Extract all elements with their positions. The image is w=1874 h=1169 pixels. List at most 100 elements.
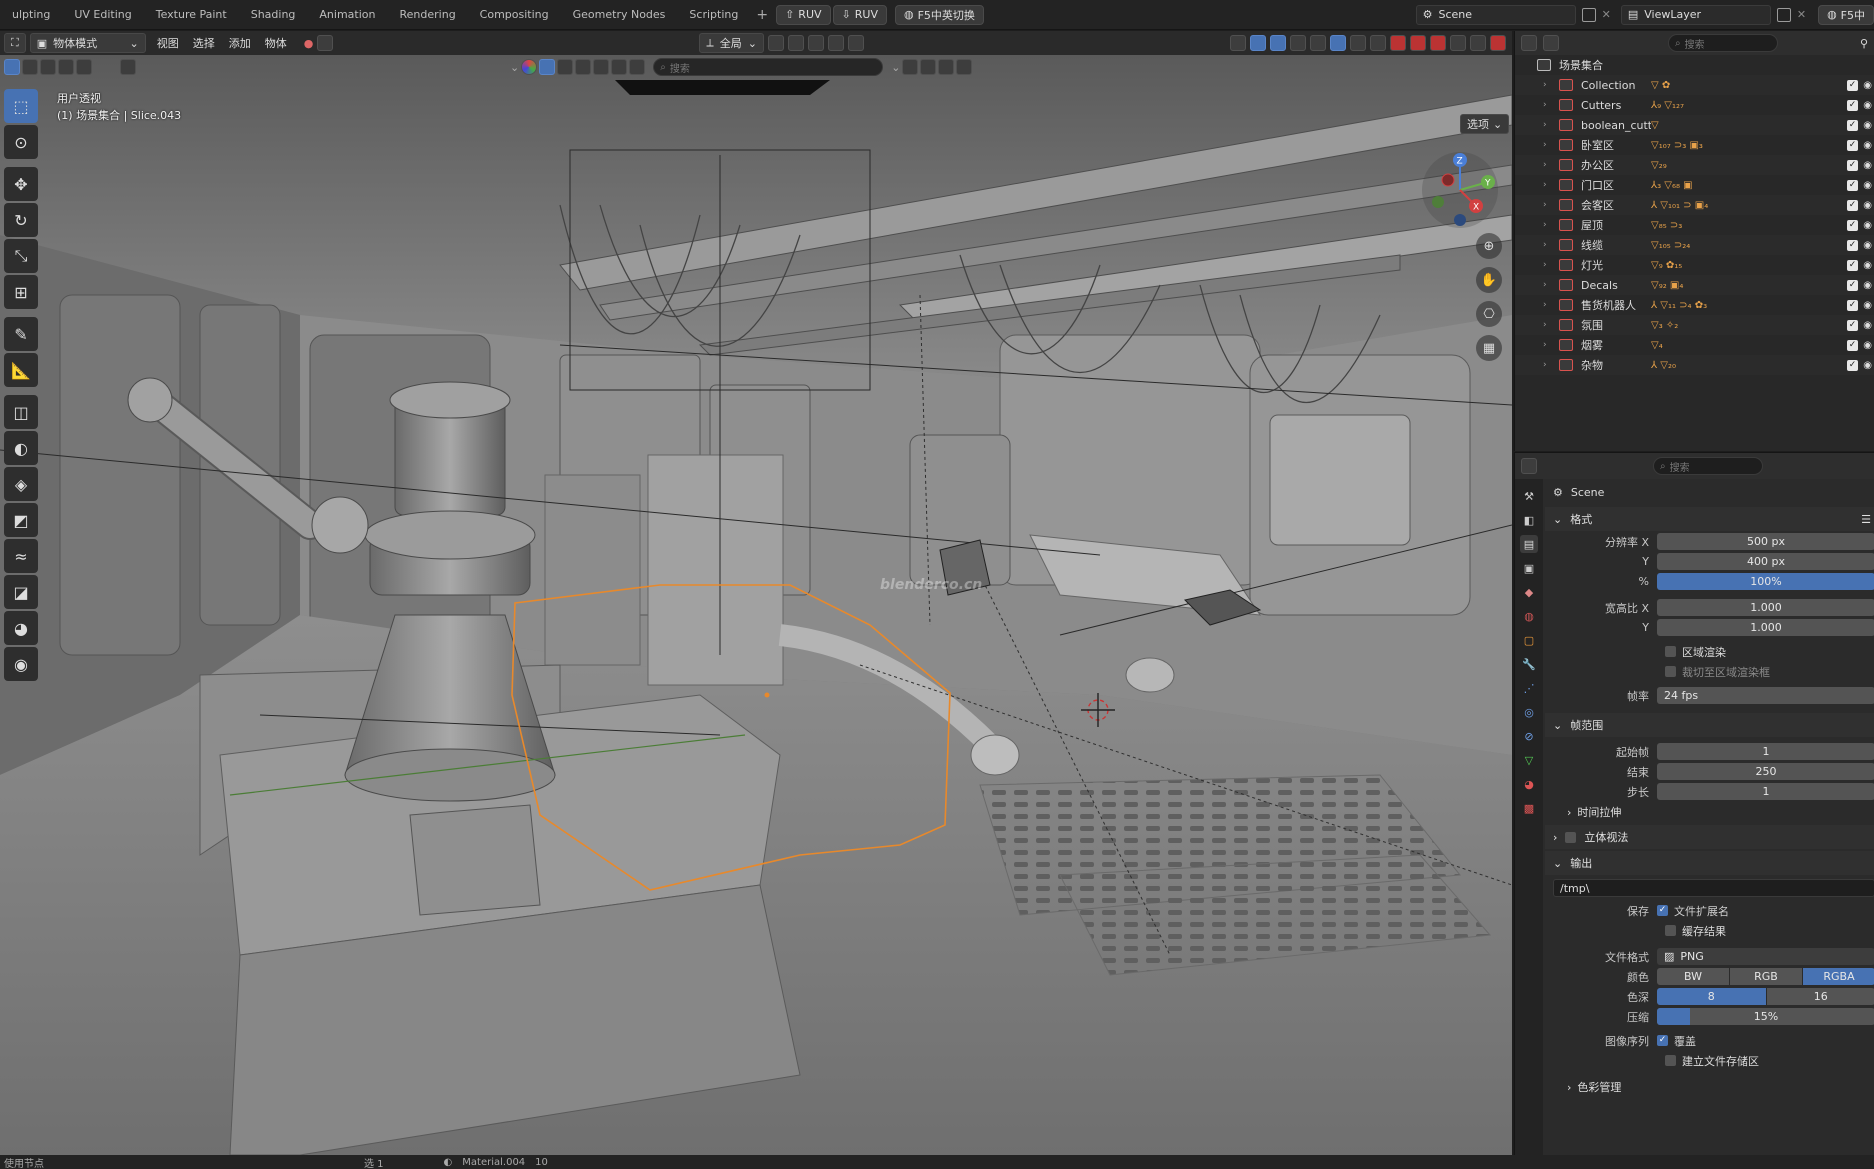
new-scene-icon[interactable] <box>1581 7 1596 22</box>
preset-list-icon[interactable]: ☰ <box>1861 513 1871 526</box>
select-extend-icon[interactable] <box>22 59 38 75</box>
color-bw-button[interactable]: BW <box>1657 968 1729 985</box>
paint-tool-icon[interactable]: ◕ <box>4 611 38 645</box>
falloff-icon[interactable] <box>847 35 864 51</box>
compression-slider[interactable]: 15% <box>1657 1008 1874 1025</box>
include-checkbox[interactable]: ✓ <box>1847 119 1858 131</box>
object-select-icon[interactable] <box>317 35 334 51</box>
color-rgb-button[interactable]: RGB <box>1730 968 1802 985</box>
eye-icon[interactable]: ◉ <box>1863 300 1872 311</box>
eye-icon[interactable]: ◉ <box>1863 240 1872 251</box>
chevron-down-icon[interactable]: ⌄ <box>510 61 519 74</box>
transform-tool-icon[interactable]: ⊞ <box>4 275 38 309</box>
close-scene-icon[interactable]: ✕ <box>1602 8 1611 21</box>
chevron-right-icon[interactable]: › <box>1543 80 1555 90</box>
eye-icon[interactable]: ◉ <box>1863 340 1872 351</box>
region-render-row[interactable]: 区域渲染 <box>1545 642 1874 661</box>
output-panel-header[interactable]: ⌄ 输出 <box>1545 851 1874 875</box>
outliner-collection-row[interactable]: › 卧室区 ▽₁₀₇ ⊃₃ ▣₃ ✓ ◉ <box>1515 135 1874 155</box>
hide-viewport-icon[interactable] <box>1430 35 1446 51</box>
pan-hand-icon[interactable]: ✋ <box>1476 267 1502 293</box>
scene-tab-icon[interactable]: ◆ <box>1520 583 1538 601</box>
outliner-search[interactable]: ⌕ 搜索 <box>1667 34 1778 52</box>
box-cutter-tool-icon[interactable]: ◩ <box>4 503 38 537</box>
filter-icon[interactable] <box>938 59 955 75</box>
annotate-tool-icon[interactable]: ✎ <box>4 317 38 351</box>
include-checkbox[interactable]: ✓ <box>1847 339 1858 351</box>
include-checkbox[interactable]: ✓ <box>1847 319 1858 331</box>
add-workspace-button[interactable]: + <box>750 7 774 23</box>
measure-tool-icon[interactable]: 📐 <box>4 353 38 387</box>
res-y-field[interactable]: 400 px <box>1657 553 1874 570</box>
include-checkbox[interactable]: ✓ <box>1847 179 1858 191</box>
ruv-button-1[interactable]: ⇧ RUV <box>776 4 831 25</box>
solid-shading-icon[interactable] <box>1330 35 1346 51</box>
outliner-collection-row[interactable]: › 门口区 ⅄₃ ▽₆₈ ▣ ✓ ◉ <box>1515 175 1874 195</box>
depth-8-button[interactable]: 8 <box>1657 988 1766 1005</box>
display-mode-icon[interactable] <box>1543 35 1559 51</box>
editor-type-button[interactable]: ⛶ <box>4 33 26 53</box>
navigation-gizmo[interactable]: Z Y X <box>1420 150 1500 230</box>
close-viewlayer-icon[interactable]: ✕ <box>1797 8 1806 21</box>
sphere-tool-icon[interactable]: ◐ <box>4 431 38 465</box>
output-path-field[interactable]: /tmp\ <box>1553 879 1874 897</box>
mesh-select-icon[interactable] <box>539 59 556 75</box>
gizmo-icon[interactable] <box>1250 35 1266 51</box>
display-mode-icon[interactable] <box>920 59 937 75</box>
record-icon[interactable] <box>1390 35 1406 51</box>
outliner-collection-row[interactable]: › 氛围 ▽₃ ✧₂ ✓ ◉ <box>1515 315 1874 335</box>
modifier-tab-icon[interactable]: 🔧 <box>1520 655 1538 673</box>
eye-icon[interactable]: ◉ <box>1863 160 1872 171</box>
file-format-dropdown[interactable]: ▨ PNG <box>1657 948 1874 965</box>
frame-start-field[interactable]: 1 <box>1657 743 1874 760</box>
material-shading-icon[interactable] <box>1350 35 1366 51</box>
select-intersect-icon[interactable] <box>76 59 92 75</box>
eye-icon[interactable]: ◉ <box>1863 200 1872 211</box>
texture-tab-icon[interactable]: ▩ <box>1520 799 1538 817</box>
chevron-right-icon[interactable]: › <box>1543 300 1555 310</box>
constraints-tab-icon[interactable]: ⊘ <box>1520 727 1538 745</box>
include-checkbox[interactable]: ✓ <box>1847 259 1858 271</box>
depth-16-button[interactable]: 16 <box>1766 988 1874 1005</box>
chevron-right-icon[interactable]: › <box>1543 340 1555 350</box>
object-tab-icon[interactable]: ▢ <box>1520 631 1538 649</box>
workspace-tab[interactable]: Compositing <box>468 0 561 30</box>
aspect-x-field[interactable]: 1.000 <box>1657 599 1874 616</box>
sphere-icon-2[interactable] <box>575 59 592 75</box>
chevron-right-icon[interactable]: › <box>1543 260 1555 270</box>
new-viewlayer-icon[interactable] <box>1776 7 1791 22</box>
pointer-icon[interactable] <box>1450 35 1466 51</box>
rotate-tool-icon[interactable]: ↻ <box>4 203 38 237</box>
eye-icon[interactable]: ◉ <box>1863 80 1872 91</box>
frame-end-field[interactable]: 250 <box>1657 763 1874 780</box>
include-checkbox[interactable]: ✓ <box>1847 199 1858 211</box>
mode-dropdown[interactable]: ▣ 物体模式 ⌄ <box>29 33 146 53</box>
overwrite-checkbox[interactable]: ✓ <box>1657 1035 1668 1046</box>
eye-icon[interactable]: ◉ <box>1863 220 1872 231</box>
options-dropdown[interactable]: 选项 ⌄ <box>1460 114 1510 134</box>
3d-viewport[interactable]: 用户透视 (1) 场景集合 | Slice.043 blenderco.cn Z… <box>0 55 1512 1155</box>
monitor-icon[interactable] <box>1470 35 1486 51</box>
eye-icon[interactable]: ◉ <box>1863 360 1872 371</box>
knife-tool-icon[interactable]: ◪ <box>4 575 38 609</box>
workspace-tab[interactable]: Rendering <box>388 0 468 30</box>
outliner-collection-row[interactable]: › 办公区 ▽₂₉ ✓ ◉ <box>1515 155 1874 175</box>
zoom-icon[interactable]: ⊕ <box>1476 233 1502 259</box>
particles-tab-icon[interactable]: ⋰ <box>1520 679 1538 697</box>
sphere-icon-3[interactable] <box>593 59 610 75</box>
scale-tool-icon[interactable]: ⤡ <box>4 239 38 273</box>
tool-tab-icon[interactable]: ⚒ <box>1520 487 1538 505</box>
chevron-right-icon[interactable]: › <box>1543 200 1555 210</box>
chevron-down-icon[interactable]: ⌄ <box>891 61 900 74</box>
move-tool-icon[interactable]: ✥ <box>4 167 38 201</box>
color-management-header[interactable]: › 色彩管理 <box>1545 1076 1874 1098</box>
pivot-icon[interactable] <box>767 35 784 51</box>
workspace-tab[interactable]: Geometry Nodes <box>561 0 678 30</box>
eye-icon[interactable]: ◉ <box>1863 100 1872 111</box>
trash-icon[interactable] <box>120 59 136 75</box>
ruv-button-2[interactable]: ⇩ RUV <box>832 4 887 25</box>
crop-region-checkbox[interactable] <box>1665 666 1676 677</box>
chevron-right-icon[interactable]: › <box>1543 320 1555 330</box>
workspace-tab[interactable]: Animation <box>307 0 387 30</box>
snap-icon[interactable] <box>787 35 804 51</box>
